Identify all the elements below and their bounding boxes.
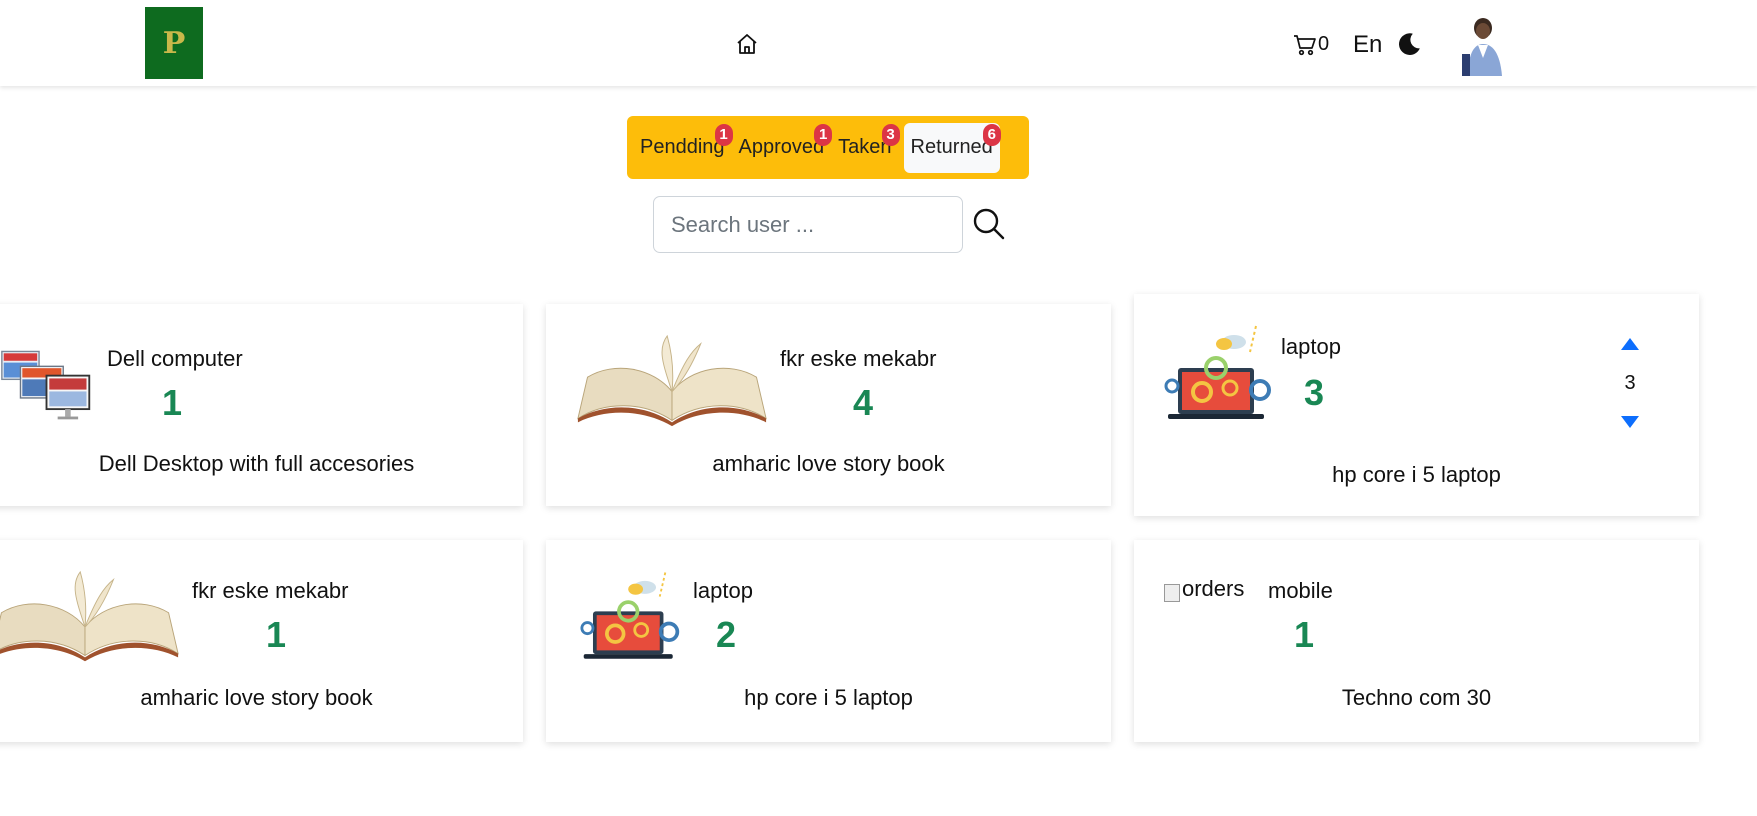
item-description: hp core i 5 laptop	[1332, 462, 1501, 487]
stepper-value: 3	[1624, 371, 1636, 394]
avatar[interactable]	[1458, 14, 1506, 76]
laptop-image	[580, 572, 680, 659]
tab-approved[interactable]: Approved 1	[732, 123, 833, 173]
item-quantity: 1	[1294, 614, 1315, 655]
laptop-image	[1164, 325, 1271, 419]
item-description: hp core i 5 laptop	[744, 685, 913, 710]
item-name: laptop	[693, 578, 753, 603]
broken-image: orders	[1164, 576, 1244, 602]
home-icon[interactable]	[734, 32, 760, 56]
tab-taken[interactable]: Taken 3	[831, 123, 900, 173]
count-badge: 3	[881, 123, 900, 146]
order-card[interactable]: Dell computer 1 Dell Desktop with full a…	[0, 304, 523, 506]
language-toggle[interactable]: En	[1353, 31, 1382, 59]
item-quantity: 3	[1304, 372, 1325, 413]
book-image	[0, 570, 179, 662]
order-card[interactable]: laptop 2 hp core i 5 laptop	[546, 540, 1111, 742]
status-tabs: Pendding 1 Approved 1 Taken 3 Returned 6	[627, 116, 1029, 179]
search-input[interactable]	[653, 196, 963, 253]
search-icon[interactable]	[972, 207, 1006, 241]
cart-icon	[1294, 34, 1316, 55]
count-badge: 6	[982, 123, 1001, 146]
logo[interactable]: P	[145, 7, 203, 79]
book-image	[577, 334, 767, 427]
count-badge: 1	[814, 123, 833, 146]
moon-icon[interactable]	[1396, 31, 1422, 57]
item-name: fkr eske mekabr	[780, 346, 937, 371]
item-description: amharic love story book	[140, 685, 373, 710]
item-description: Dell Desktop with full accesories	[98, 451, 415, 476]
item-quantity: 4	[853, 382, 874, 423]
item-quantity: 1	[266, 614, 287, 655]
quantity-stepper[interactable]: 3	[1610, 337, 1650, 429]
tab-label: Pendding	[640, 136, 725, 158]
logo-mark: P	[162, 25, 186, 61]
item-name: mobile	[1268, 578, 1333, 603]
decrement-icon[interactable]	[1620, 415, 1640, 429]
item-quantity: 1	[162, 382, 183, 423]
order-card[interactable]: orders mobile 1 Techno com 30	[1134, 540, 1699, 742]
item-name: Dell computer	[107, 346, 243, 371]
increment-icon[interactable]	[1620, 337, 1640, 351]
order-card[interactable]: fkr eske mekabr 4 amharic love story boo…	[546, 304, 1111, 506]
navbar: P 0 En	[0, 0, 1757, 86]
item-name: fkr eske mekabr	[192, 578, 349, 603]
item-description: amharic love story book	[712, 451, 945, 476]
cart-count: 0	[1318, 33, 1330, 55]
computer-image	[1, 350, 91, 420]
tab-label: Returned	[910, 136, 993, 158]
count-badge: 1	[714, 123, 733, 146]
cart-button[interactable]: 0	[1293, 33, 1329, 56]
tab-label: Approved	[738, 136, 825, 158]
tab-returned[interactable]: Returned 6	[903, 122, 1001, 173]
image-alt-text: orders	[1182, 576, 1245, 601]
tab-pendding[interactable]: Pendding 1	[633, 123, 733, 173]
item-description: Techno com 30	[1341, 685, 1492, 710]
order-card[interactable]: fkr eske mekabr 1 amharic love story boo…	[0, 540, 523, 742]
item-quantity: 2	[716, 614, 737, 655]
broken-image-icon	[1164, 584, 1180, 602]
item-name: laptop	[1281, 334, 1341, 359]
